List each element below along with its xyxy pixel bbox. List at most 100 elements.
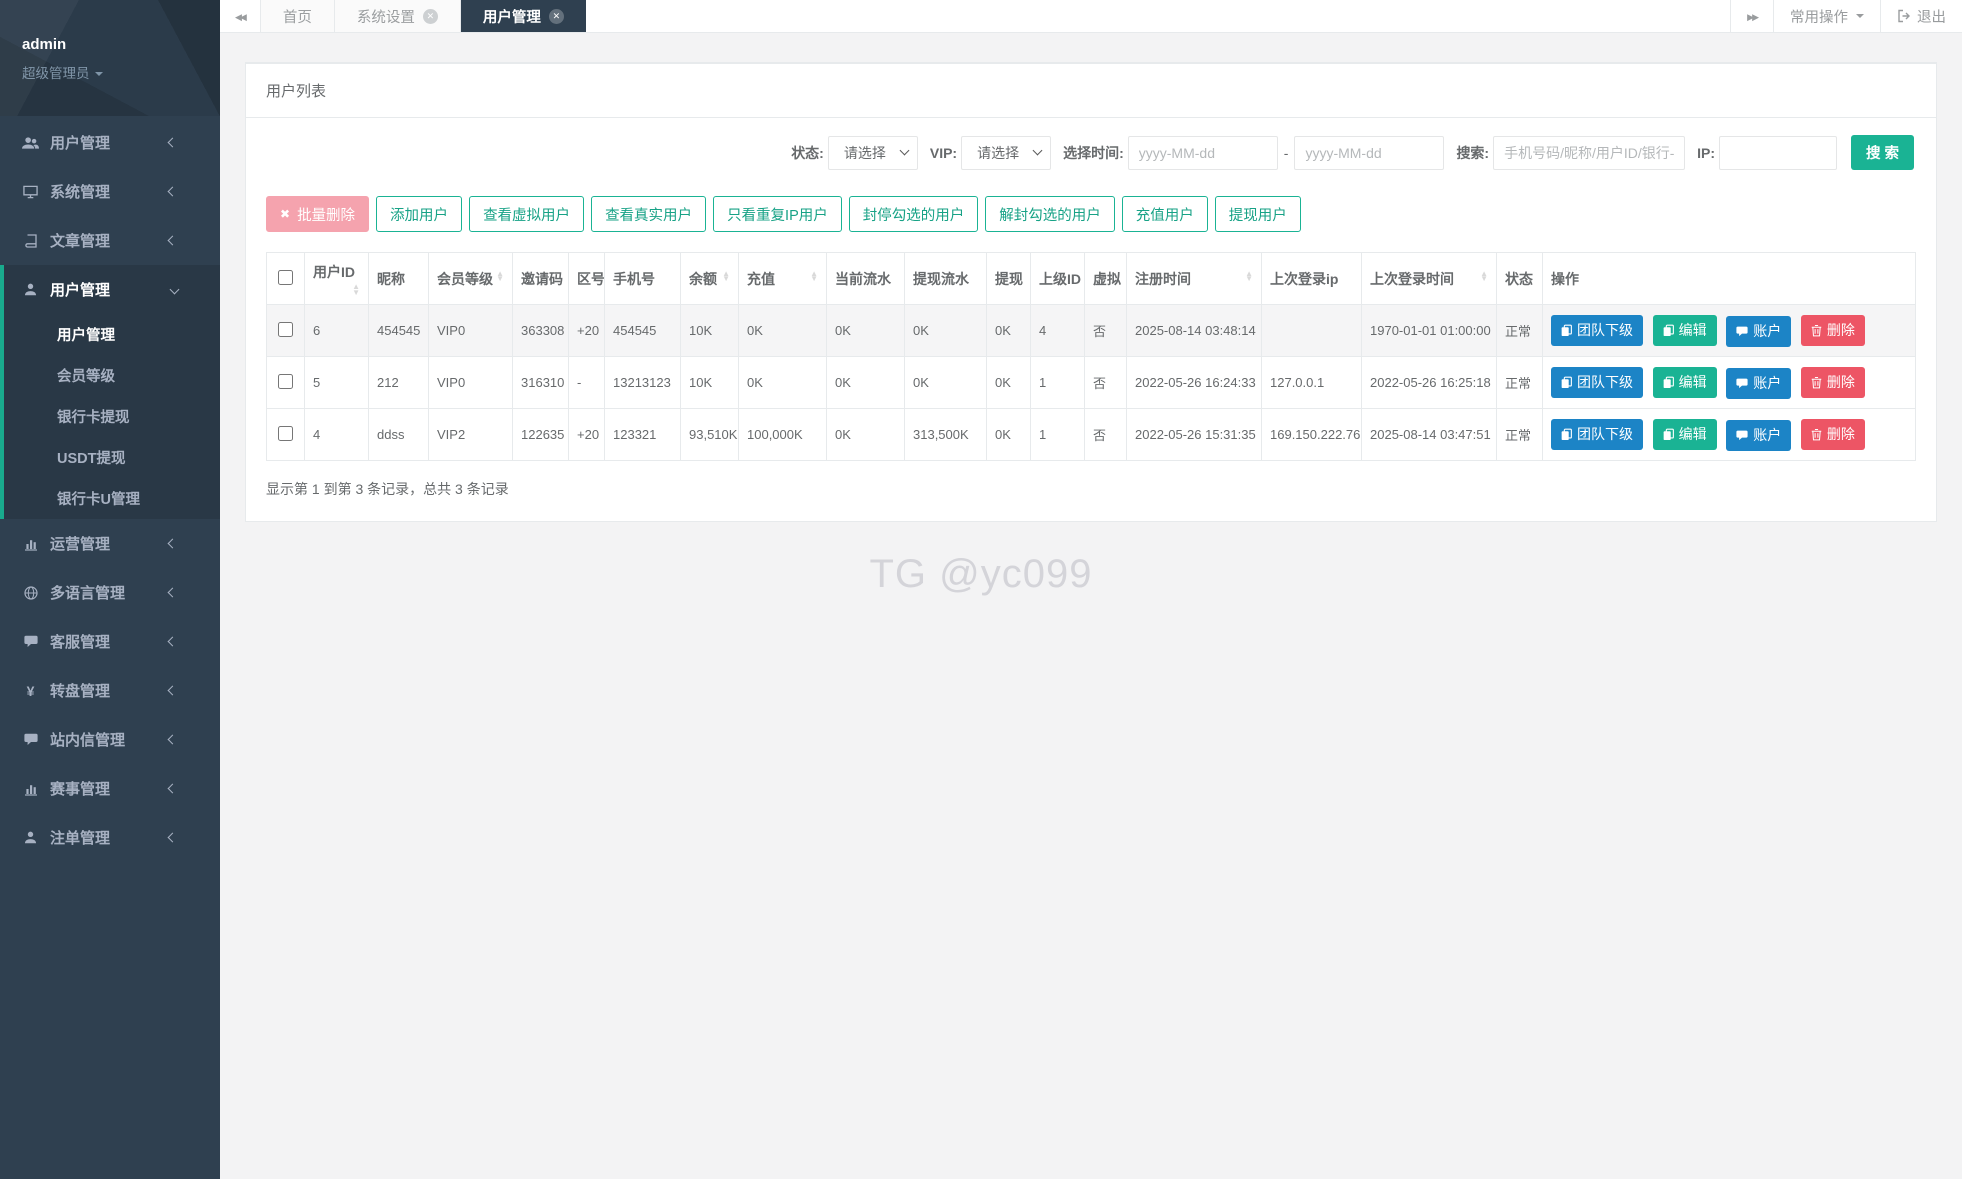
cell-last-login-time: 2025-08-14 03:47:51	[1362, 409, 1497, 461]
edit-button[interactable]: 编辑	[1653, 367, 1717, 398]
sidebar-item-multilanguage-management[interactable]: 多语言管理	[0, 568, 220, 617]
files-icon	[1561, 376, 1572, 389]
sidebar-item-operation-management[interactable]: 运营管理	[0, 519, 220, 568]
ban-checked-users-button[interactable]: 封停勾选的用户	[849, 196, 979, 232]
add-user-button[interactable]: 添加用户	[376, 196, 462, 232]
cell-current-flow: 0K	[827, 305, 905, 357]
team-subordinates-button[interactable]: 团队下级	[1551, 367, 1643, 398]
row-select-checkbox[interactable]	[278, 426, 293, 441]
sort-icon[interactable]	[1480, 271, 1488, 282]
sort-icon[interactable]	[1245, 271, 1253, 282]
row-select-checkbox[interactable]	[278, 322, 293, 337]
account-button[interactable]: 账户	[1726, 316, 1791, 347]
tab-home[interactable]: 首页	[261, 0, 335, 32]
sidebar-item-customer-service[interactable]: 客服管理	[0, 617, 220, 666]
unban-checked-users-button[interactable]: 解封勾选的用户	[985, 196, 1115, 232]
sign-out-icon	[1897, 9, 1911, 23]
col-phone: 手机号	[605, 253, 681, 305]
files-icon	[1561, 324, 1572, 337]
tab-label: 系统设置	[357, 6, 415, 27]
withdraw-user-button[interactable]: 提现用户	[1215, 196, 1301, 232]
common-actions-dropdown[interactable]: 常用操作	[1773, 0, 1880, 32]
tab-bar: 首页 系统设置 用户管理	[261, 0, 586, 32]
search-input[interactable]	[1493, 136, 1685, 170]
submenu-item-usdt-withdraw[interactable]: USDT提现	[0, 437, 220, 478]
tab-label: 用户管理	[483, 6, 541, 27]
close-icon[interactable]	[549, 9, 564, 24]
vip-select[interactable]: 请选择	[961, 136, 1051, 170]
batch-delete-button[interactable]: 批量删除	[266, 196, 369, 232]
cell-current-flow: 0K	[827, 357, 905, 409]
col-member-level: 会员等级	[429, 253, 513, 305]
sort-icon[interactable]	[496, 271, 504, 282]
sort-icon[interactable]	[810, 271, 818, 282]
chevron-left-icon	[168, 637, 178, 647]
tab-system-settings[interactable]: 系统设置	[335, 0, 461, 32]
sidebar-item-user-management-top[interactable]: 用户管理	[0, 118, 220, 167]
sidebar-item-label: 站内信管理	[50, 729, 125, 750]
cell-balance: 10K	[681, 357, 739, 409]
batch-delete-label: 批量删除	[297, 204, 355, 225]
delete-button[interactable]: 删除	[1801, 419, 1865, 450]
ip-input[interactable]	[1719, 136, 1837, 170]
chevron-left-icon	[168, 735, 178, 745]
date-from-input[interactable]	[1128, 136, 1278, 170]
sidebar-item-bet-management[interactable]: 注单管理	[0, 813, 220, 862]
sidebar-item-label: 多语言管理	[50, 582, 125, 603]
sidebar-item-site-message[interactable]: 站内信管理	[0, 715, 220, 764]
delete-button[interactable]: 删除	[1801, 367, 1865, 398]
select-all-checkbox[interactable]	[278, 270, 293, 285]
chevron-down-icon	[95, 72, 103, 76]
sort-icon[interactable]	[722, 271, 730, 282]
submenu-item-member-level[interactable]: 会员等级	[0, 355, 220, 396]
row-select-checkbox[interactable]	[278, 374, 293, 389]
sidebar-item-user-management[interactable]: 用户管理	[0, 265, 220, 314]
col-last-login-ip: 上次登录ip	[1262, 253, 1362, 305]
desktop-icon	[22, 185, 39, 199]
recharge-user-button[interactable]: 充值用户	[1122, 196, 1208, 232]
table-header-row: 用户ID 昵称 会员等级 邀请码 区号 手机号 余额 充值 当前流水 提现流水	[267, 253, 1916, 305]
status-select[interactable]: 请选择	[828, 136, 918, 170]
close-icon[interactable]	[423, 9, 438, 24]
sidebar-item-match-management[interactable]: 赛事管理	[0, 764, 220, 813]
tabs-scroll-right-button[interactable]	[1730, 0, 1773, 32]
filter-row: 状态: 请选择 VIP: 请选择 选择时间: - 搜索:	[246, 118, 1936, 170]
view-virtual-users-button[interactable]: 查看虚拟用户	[469, 196, 584, 232]
tab-user-management[interactable]: 用户管理	[461, 0, 586, 32]
files-icon	[1663, 324, 1674, 337]
sidebar-item-wheel-management[interactable]: 转盘管理	[0, 666, 220, 715]
cell-status: 正常	[1497, 357, 1543, 409]
view-real-users-button[interactable]: 查看真实用户	[591, 196, 706, 232]
sidebar-item-article-management[interactable]: 文章管理	[0, 216, 220, 265]
edit-button[interactable]: 编辑	[1653, 315, 1717, 346]
delete-button[interactable]: 删除	[1801, 315, 1865, 346]
cell-balance: 93,510K	[681, 409, 739, 461]
duplicate-ip-users-button[interactable]: 只看重复IP用户	[713, 196, 842, 232]
team-subordinates-button[interactable]: 团队下级	[1551, 315, 1643, 346]
logout-button[interactable]: 退出	[1880, 0, 1962, 32]
submenu-item-bank-withdraw[interactable]: 银行卡提现	[0, 396, 220, 437]
sidebar-item-system-management[interactable]: 系统管理	[0, 167, 220, 216]
user-icon	[22, 831, 39, 844]
edit-button[interactable]: 编辑	[1653, 419, 1717, 450]
sidebar-nav: 用户管理 系统管理 文章管理	[0, 116, 220, 862]
comment-icon	[1736, 378, 1748, 389]
cell-virtual: 否	[1085, 409, 1127, 461]
tab-label: 首页	[283, 6, 312, 27]
submenu-item-bank-u-management[interactable]: 银行卡U管理	[0, 478, 220, 519]
account-button[interactable]: 账户	[1726, 420, 1791, 451]
sort-icon[interactable]	[352, 284, 360, 295]
cell-member-level: VIP0	[429, 357, 513, 409]
sidebar-item-label: 系统管理	[50, 181, 110, 202]
submenu-item-user-list[interactable]: 用户管理	[0, 314, 220, 355]
team-subordinates-button[interactable]: 团队下级	[1551, 419, 1643, 450]
bar-chart-icon	[22, 537, 39, 551]
tabs-scroll-left-button[interactable]	[220, 0, 261, 32]
date-to-input[interactable]	[1294, 136, 1444, 170]
account-button[interactable]: 账户	[1726, 368, 1791, 399]
search-button[interactable]: 搜 索	[1851, 135, 1914, 170]
profile-role-dropdown[interactable]: 超级管理员	[22, 62, 220, 82]
col-recharge: 充值	[739, 253, 827, 305]
col-actions: 操作	[1543, 253, 1916, 305]
search-filter-label: 搜索:	[1456, 143, 1489, 163]
